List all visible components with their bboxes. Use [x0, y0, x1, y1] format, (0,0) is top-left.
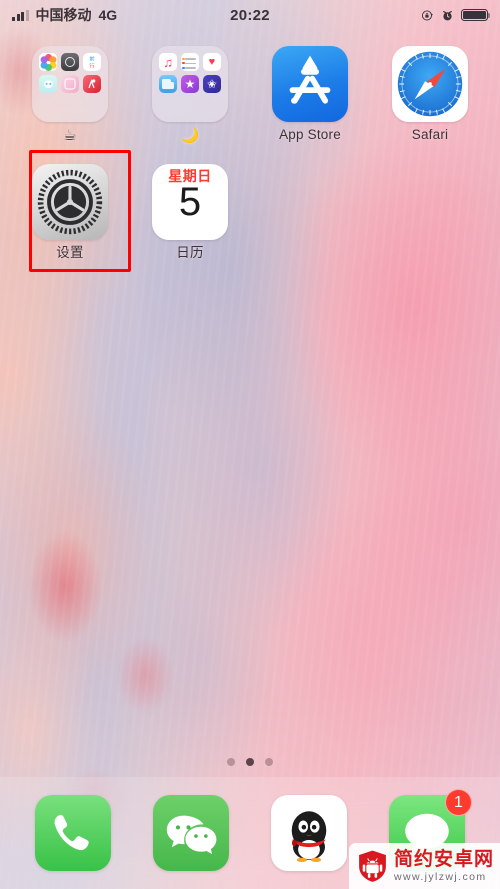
dock-app-qq[interactable] — [271, 795, 347, 871]
watermark-text: 简约安卓网 www.jylzwj.com — [394, 850, 494, 883]
calendar-label: 日历 — [176, 245, 204, 260]
app-store[interactable]: App Store — [250, 46, 370, 145]
page-dot-3[interactable] — [265, 758, 273, 766]
calendar-day-number: 5 — [178, 179, 202, 224]
watermark: 简约安卓网 www.jylzwj.com — [348, 843, 500, 889]
mini-reminders-icon — [180, 53, 200, 72]
dock-app-wechat[interactable] — [153, 795, 229, 871]
phone-handset-icon[interactable] — [35, 795, 111, 871]
folder-photography[interactable]: 前 行 ☕ — [10, 46, 130, 145]
battery-icon — [461, 8, 491, 22]
mini-photos-icon — [39, 53, 58, 72]
page-dot-1[interactable] — [227, 758, 235, 766]
app-store-label: App Store — [279, 127, 341, 142]
home-row-2: 设置 星期日 5 日历 — [0, 158, 500, 261]
watermark-url: www.jylzwj.com — [393, 870, 487, 883]
status-bar-right — [421, 8, 491, 22]
folder-media[interactable]: ♫ ♥ ★ ✬ 🌙 — [130, 46, 250, 145]
settings-label: 设置 — [56, 245, 84, 260]
dock-app-phone[interactable] — [35, 795, 111, 871]
mini-white-text-app-icon: 前 行 — [82, 53, 101, 72]
mini-cyan-app-icon — [39, 74, 58, 94]
mini-blue-star-app-icon: ✬ — [202, 74, 221, 94]
folder-media-icon[interactable]: ♫ ♥ ★ ✬ — [152, 46, 228, 122]
mini-files-icon — [159, 74, 178, 94]
calendar[interactable]: 星期日 5 日历 — [130, 164, 250, 261]
home-row-1: 前 行 ☕ ♫ ♥ ★ ✬ 🌙 App Store Safari — [0, 40, 500, 145]
gear-icon[interactable] — [32, 164, 108, 240]
safari-compass-icon[interactable] — [392, 46, 468, 122]
safari-label: Safari — [411, 127, 449, 142]
page-indicator-dots[interactable] — [0, 758, 500, 766]
appstore-icon[interactable] — [272, 46, 348, 122]
calendar-icon[interactable]: 星期日 5 — [152, 164, 228, 240]
rotation-lock-icon — [421, 9, 433, 21]
android-shield-icon — [357, 849, 388, 884]
mini-health-icon: ♥ — [202, 53, 221, 72]
messages-badge: 1 — [445, 789, 472, 816]
folder-media-label: 🌙 — [180, 127, 200, 144]
mini-camera-icon — [60, 53, 80, 72]
settings[interactable]: 设置 — [10, 164, 130, 261]
mini-red-app-icon — [82, 74, 101, 94]
mini-purple-star-app-icon: ★ — [180, 74, 200, 94]
watermark-title: 简约安卓网 — [393, 848, 494, 870]
qq-penguin-icon[interactable] — [271, 795, 347, 871]
mini-instagram-icon — [60, 74, 80, 94]
mini-music-icon: ♫ — [159, 53, 178, 72]
page-dot-2-active[interactable] — [246, 758, 254, 766]
folder-photography-icon[interactable]: 前 行 — [32, 46, 108, 122]
safari[interactable]: Safari — [370, 46, 490, 145]
svg-text:前: 前 — [89, 55, 95, 63]
folder-photography-label: ☕ — [63, 127, 77, 144]
alarm-clock-icon — [443, 10, 452, 20]
wechat-bubbles-icon[interactable] — [153, 795, 229, 871]
status-bar: 中国移动 4G 20:22 — [0, 0, 500, 30]
